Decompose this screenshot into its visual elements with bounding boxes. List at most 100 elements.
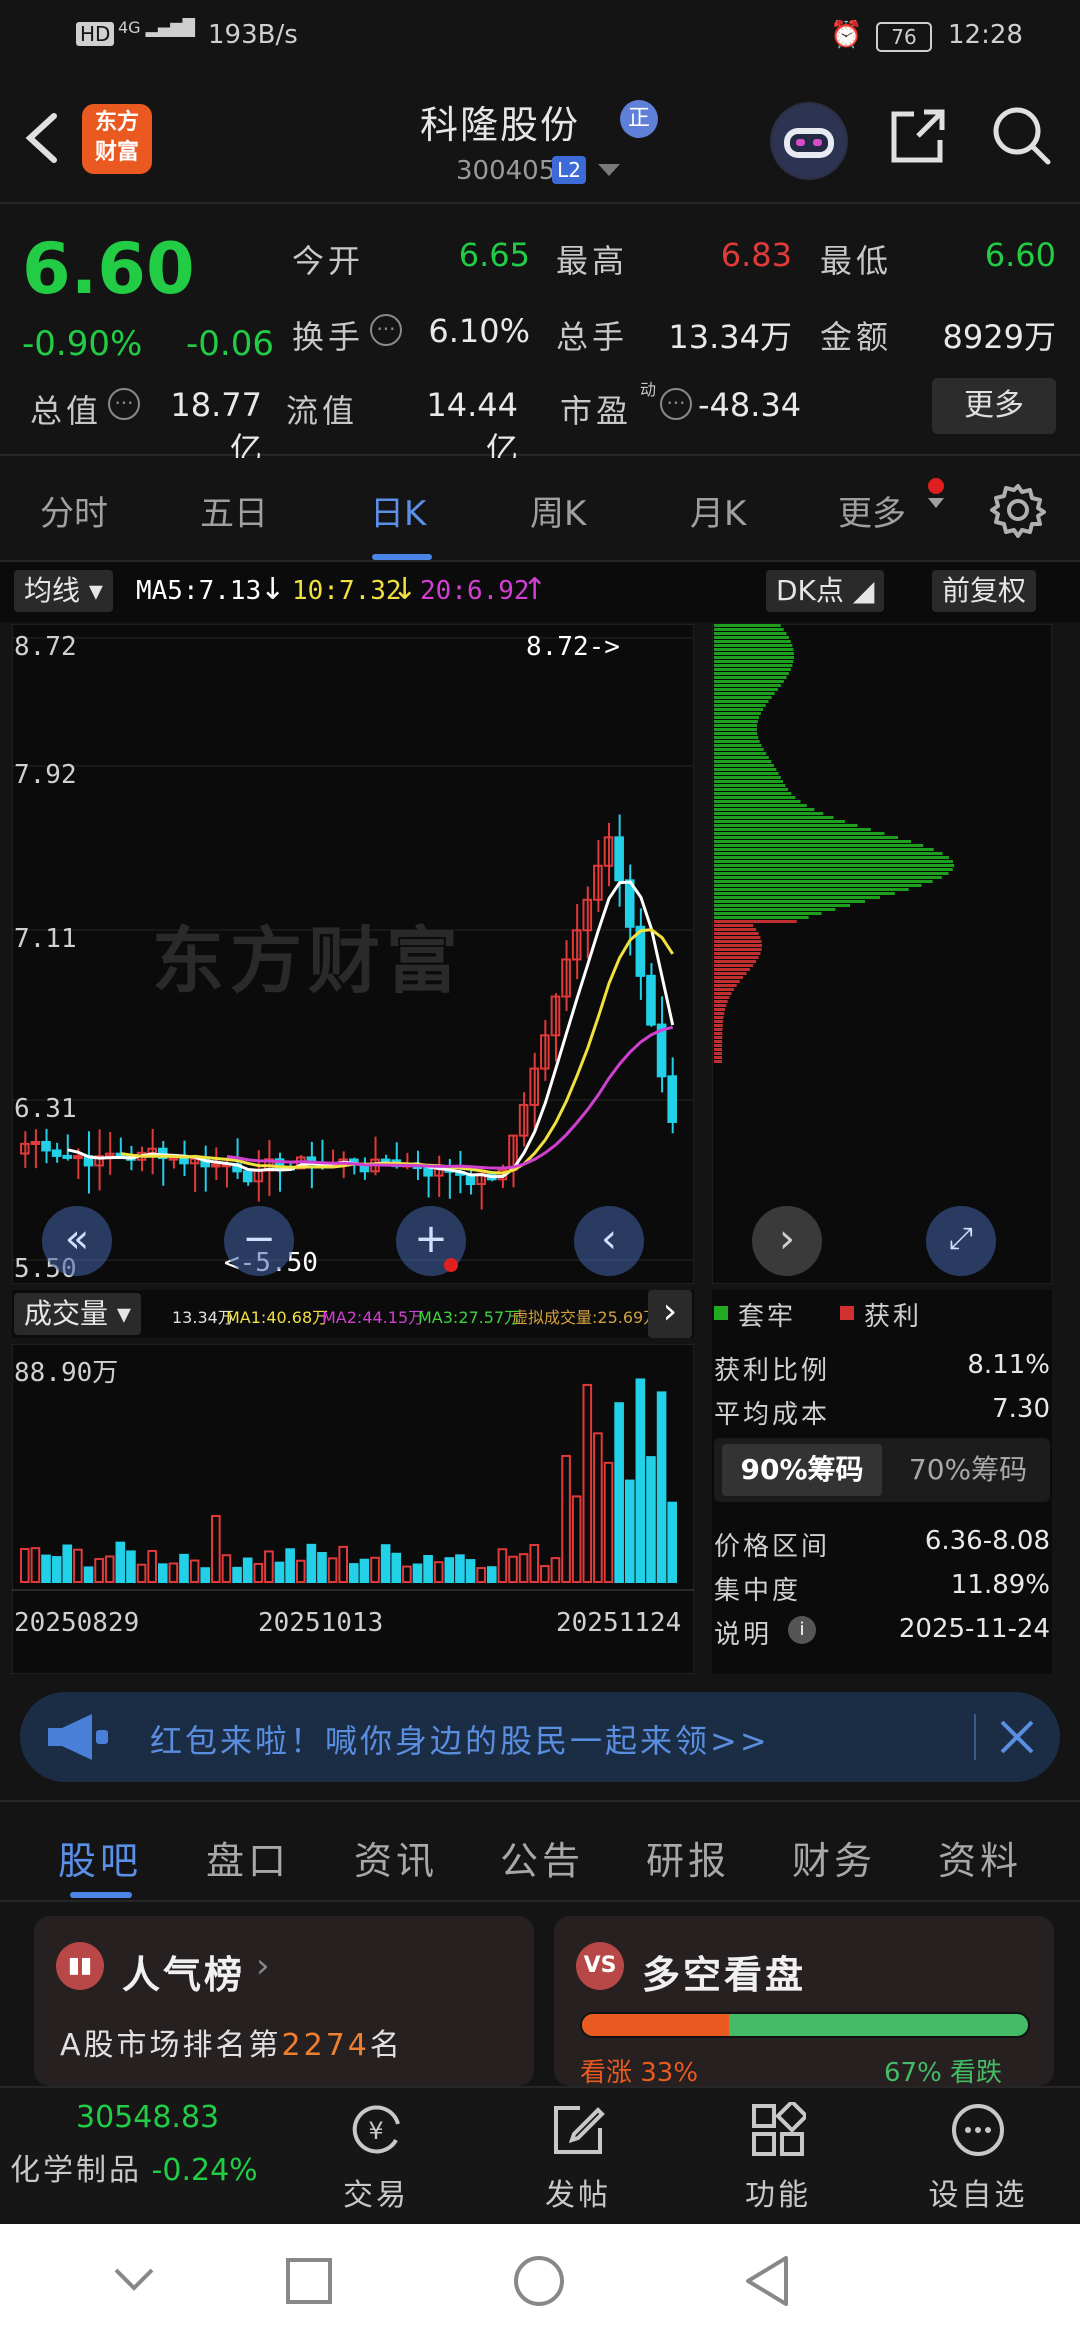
search-icon[interactable] — [990, 104, 1052, 166]
chip-bar — [714, 988, 734, 991]
volume-bar — [497, 1548, 508, 1583]
chip-bar — [714, 768, 777, 771]
tab-profile[interactable]: 资料 — [938, 1830, 1022, 1885]
chip-bar — [714, 836, 899, 839]
tab-more[interactable]: 更多 — [838, 486, 906, 535]
price-range-value: 6.36-8.08 — [924, 1526, 1050, 1556]
high-value: 6.83 — [720, 236, 792, 274]
tab-intraday[interactable]: 分时 — [40, 486, 108, 535]
tab-chip-90[interactable]: 90%筹码 — [722, 1444, 882, 1496]
nav-home-icon[interactable] — [512, 2254, 566, 2308]
chip-bar — [714, 692, 775, 695]
ma-selector[interactable]: 均线 ▾ — [14, 570, 113, 612]
add-watchlist-button[interactable]: 设自选 — [908, 2102, 1048, 2214]
tab-forum[interactable]: 股吧 — [58, 1830, 142, 1885]
tab-financials[interactable]: 财务 — [792, 1830, 876, 1885]
level2-badge[interactable]: L2 — [552, 156, 586, 184]
amount-value: 8929万 — [942, 318, 1056, 356]
dk-point-selector[interactable]: DK点 ◢ — [766, 570, 885, 612]
volume-bar — [221, 1554, 232, 1583]
more-button[interactable]: 更多 — [932, 378, 1056, 434]
volume-bar — [646, 1456, 656, 1583]
expand-icon[interactable]: ⤢ — [926, 1206, 996, 1276]
tab-monthly-k[interactable]: 月K — [690, 486, 746, 535]
volume-bar — [285, 1548, 295, 1584]
volume-chart[interactable]: 88.90万 20250829 20251013 20251124 — [11, 1343, 695, 1675]
tab-chip-70[interactable]: 70%筹码 — [890, 1444, 1046, 1496]
banner-text[interactable]: 红包来啦！喊你身边的股民一起来领>> — [150, 1716, 770, 1762]
next-indicator-button[interactable]: › — [648, 1290, 692, 1338]
nav-recents-icon[interactable] — [284, 2256, 334, 2306]
chip-bar — [714, 876, 942, 879]
bull-bear-card[interactable]: VS 多空看盘 看涨 33% 67% 看跌 — [554, 1916, 1054, 2086]
assistant-robot-icon[interactable] — [770, 102, 848, 180]
promo-banner[interactable]: 红包来啦！喊你身边的股民一起来领>> — [20, 1692, 1060, 1782]
share-icon[interactable] — [888, 106, 948, 166]
scroll-left-fast-button[interactable]: « — [42, 1206, 112, 1276]
tab-order-book[interactable]: 盘口 — [206, 1830, 290, 1885]
chip-bar — [714, 1036, 723, 1039]
index-line: 化学制品 -0.24% — [10, 2145, 310, 2189]
candlestick-chart[interactable]: 东方财富 8.72 7.92 7.11 6.31 5.50 8.72-> <-5… — [11, 623, 695, 1285]
zoom-out-button[interactable]: − — [224, 1206, 294, 1276]
close-icon[interactable] — [998, 1718, 1036, 1756]
tab-news[interactable]: 资讯 — [354, 1830, 438, 1885]
chip-bar — [714, 636, 789, 639]
tab-weekly-k[interactable]: 周K — [530, 486, 586, 535]
trade-label: 交易 — [343, 2178, 409, 2213]
chip-bar — [714, 672, 789, 675]
post-button[interactable]: 发帖 — [508, 2102, 648, 2214]
chip-bar — [714, 980, 740, 983]
volume-bar — [147, 1549, 157, 1583]
stock-name[interactable]: 科隆股份 — [420, 94, 580, 149]
chip-bar — [714, 780, 784, 783]
more-info-icon[interactable]: ··· — [370, 314, 402, 346]
chip-bar — [714, 832, 885, 835]
chip-bar — [714, 1020, 724, 1023]
next-button[interactable]: › — [752, 1206, 822, 1276]
trade-button[interactable]: ¥ 交易 — [306, 2102, 446, 2214]
divider — [974, 1714, 976, 1760]
functions-button[interactable]: 功能 — [708, 2099, 848, 2214]
app-logo[interactable]: 东方 财富 — [82, 104, 152, 174]
chip-bar — [714, 680, 784, 683]
settings-gear-icon[interactable] — [990, 482, 1046, 538]
nav-down-icon[interactable] — [112, 2264, 156, 2294]
volume-bar — [73, 1548, 83, 1584]
chip-bar — [714, 688, 778, 691]
volume-bar — [582, 1383, 593, 1583]
tab-announcements[interactable]: 公告 — [500, 1830, 584, 1885]
more-info-icon[interactable]: ··· — [108, 388, 140, 420]
more-info-icon[interactable]: ··· — [660, 388, 692, 420]
volume-bar — [327, 1557, 338, 1584]
chip-bar — [714, 996, 730, 999]
chip-bar — [714, 776, 781, 779]
volume-bar — [295, 1559, 306, 1583]
chip-bar — [714, 984, 737, 987]
chip-bar — [714, 764, 774, 767]
tab-research[interactable]: 研报 — [646, 1830, 730, 1885]
hd-icon: HD — [76, 22, 115, 46]
rank-suffix: 名 — [369, 2028, 403, 2063]
avg-cost-label: 平均成本 — [714, 1400, 831, 1430]
volume-bar — [83, 1566, 94, 1584]
volume-selector[interactable]: 成交量 ▾ — [14, 1293, 141, 1335]
nav-back-icon[interactable] — [742, 2254, 792, 2308]
back-arrow-icon[interactable] — [22, 110, 62, 166]
volume-bar — [211, 1515, 221, 1583]
adjust-selector[interactable]: 前复权 — [932, 570, 1037, 612]
chip-distribution-chart[interactable]: › ⤢ — [711, 623, 1053, 1285]
chip-bar — [714, 872, 949, 875]
stock-code[interactable]: 300405 — [456, 156, 555, 186]
volume-bar — [624, 1479, 635, 1583]
industry-index[interactable]: 30548.83 化学制品 -0.24% — [10, 2100, 310, 2189]
dropdown-icon[interactable] — [598, 164, 620, 178]
volume-bar — [136, 1563, 147, 1584]
tab-five-day[interactable]: 五日 — [200, 486, 268, 535]
tab-daily-k[interactable]: 日K — [370, 486, 426, 535]
y-label: 7.11 — [14, 924, 77, 954]
info-icon[interactable]: i — [788, 1616, 816, 1644]
scroll-left-button[interactable]: ‹ — [574, 1206, 644, 1276]
popularity-card[interactable]: ▮▮ 人气榜 › A股市场排名第2274名 — [34, 1916, 534, 2086]
candle-body — [646, 974, 656, 1026]
